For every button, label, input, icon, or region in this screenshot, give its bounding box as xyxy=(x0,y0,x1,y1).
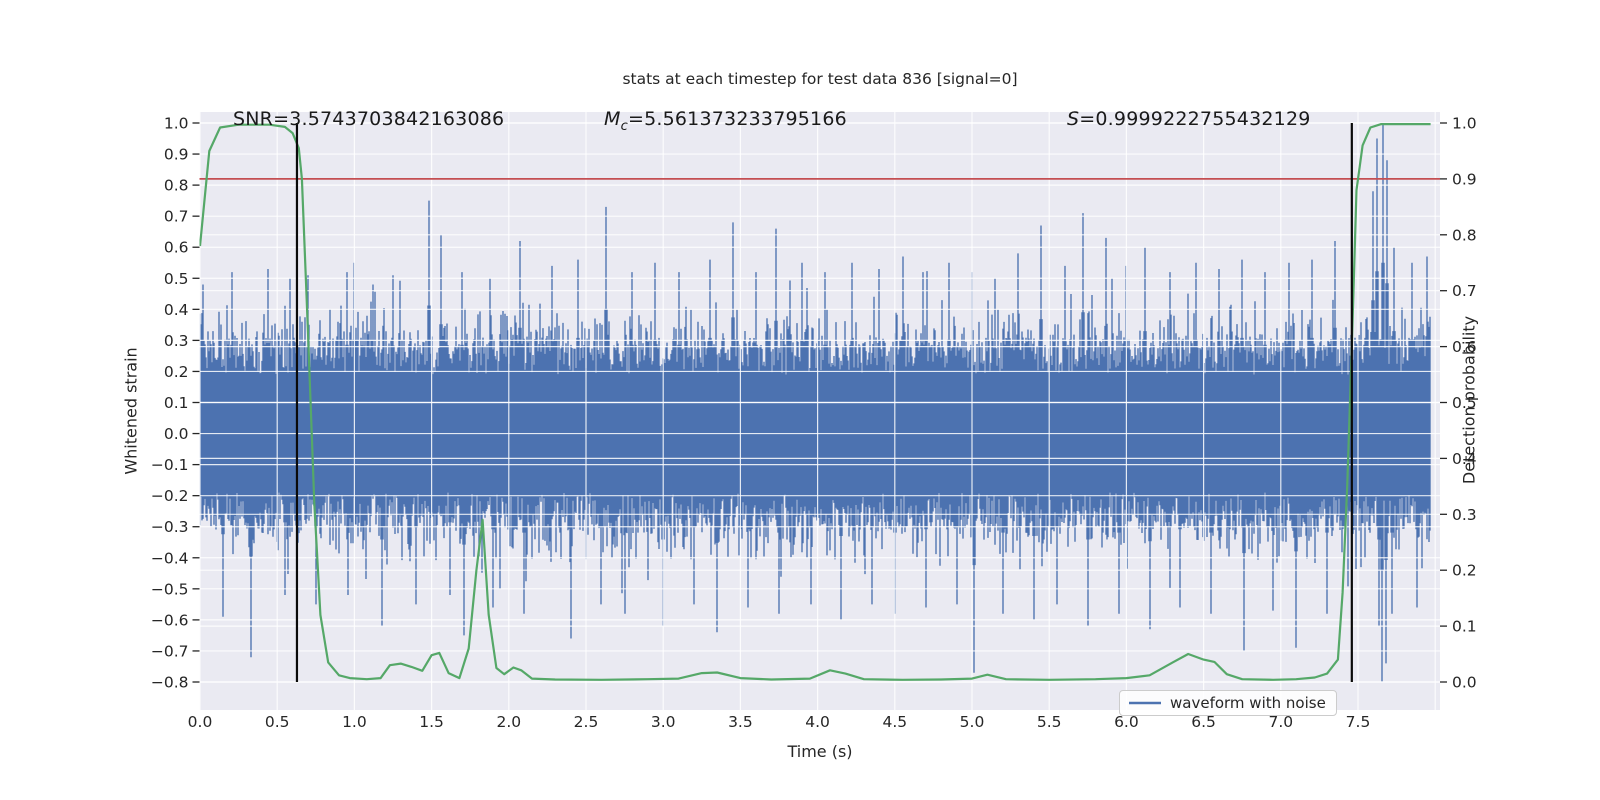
left-tick-label: 0.6 xyxy=(164,239,189,257)
snr-annotation: SNR=3.5743703842163086 xyxy=(233,108,505,130)
left-tick-label: −0.1 xyxy=(151,456,189,474)
x-tick-label: 4.0 xyxy=(805,713,830,731)
left-tick-label: 0.1 xyxy=(164,394,189,412)
left-tick-label: −0.7 xyxy=(151,642,189,660)
x-tick-label: 5.0 xyxy=(960,713,985,731)
x-tick-label: 7.5 xyxy=(1346,713,1371,731)
right-tick-label: 0.3 xyxy=(1452,506,1477,524)
right-tick-label: 0.8 xyxy=(1452,226,1477,244)
left-tick-label: −0.3 xyxy=(151,518,189,536)
left-tick-label: 0.9 xyxy=(164,146,189,164)
right-y-axis-label: Detection probability xyxy=(1459,315,1479,485)
left-tick-label: −0.4 xyxy=(151,549,189,567)
left-tick-label: 0.7 xyxy=(164,208,189,226)
x-tick-label: 1.0 xyxy=(342,713,367,731)
right-tick-label: 1.0 xyxy=(1452,115,1477,133)
left-tick-label: −0.2 xyxy=(151,487,189,505)
chirp-mass-annotation: Mc=5.561373233795166 xyxy=(604,108,847,134)
left-tick-label: 0.5 xyxy=(164,270,189,288)
x-tick-label: 3.5 xyxy=(728,713,753,731)
right-tick-label: 0.0 xyxy=(1452,674,1477,692)
chart-title: stats at each timestep for test data 836… xyxy=(622,70,1018,88)
left-tick-label: −0.5 xyxy=(151,580,189,598)
right-tick-label: 0.2 xyxy=(1452,562,1477,580)
x-tick-label: 0.5 xyxy=(265,713,290,731)
left-tick-label: 0.0 xyxy=(164,425,189,443)
left-tick-label: 0.2 xyxy=(164,363,189,381)
x-tick-label: 0.0 xyxy=(188,713,213,731)
legend: waveform with noise xyxy=(1119,690,1337,716)
x-tick-label: 2.5 xyxy=(574,713,599,731)
left-y-axis-label: Whitened strain xyxy=(121,347,141,475)
left-tick-label: −0.6 xyxy=(151,611,189,629)
x-tick-label: 4.5 xyxy=(882,713,907,731)
left-tick-label: 1.0 xyxy=(164,115,189,133)
right-tick-label: 0.9 xyxy=(1452,170,1477,188)
score-annotation: S=0.9999222755432129 xyxy=(1067,108,1311,130)
legend-line-swatch xyxy=(1129,701,1161,705)
x-tick-label: 3.0 xyxy=(651,713,676,731)
left-tick-label: 0.4 xyxy=(164,301,189,319)
x-axis-label: Time (s) xyxy=(787,742,853,761)
right-tick-label: 0.7 xyxy=(1452,282,1477,300)
legend-label: waveform with noise xyxy=(1170,694,1326,712)
x-tick-label: 5.5 xyxy=(1037,713,1062,731)
x-tick-label: 1.5 xyxy=(419,713,444,731)
x-tick-label: 2.0 xyxy=(496,713,521,731)
left-tick-label: −0.8 xyxy=(151,674,189,692)
left-tick-label: 0.8 xyxy=(164,177,189,195)
right-tick-label: 0.1 xyxy=(1452,618,1477,636)
left-tick-label: 0.3 xyxy=(164,332,189,350)
figure: 1.0 0.9 0.8 0.7 0.6 0.5 0.4 0.3 0.2 0.1 0.0 −0.1 −0.… xyxy=(0,0,1600,800)
